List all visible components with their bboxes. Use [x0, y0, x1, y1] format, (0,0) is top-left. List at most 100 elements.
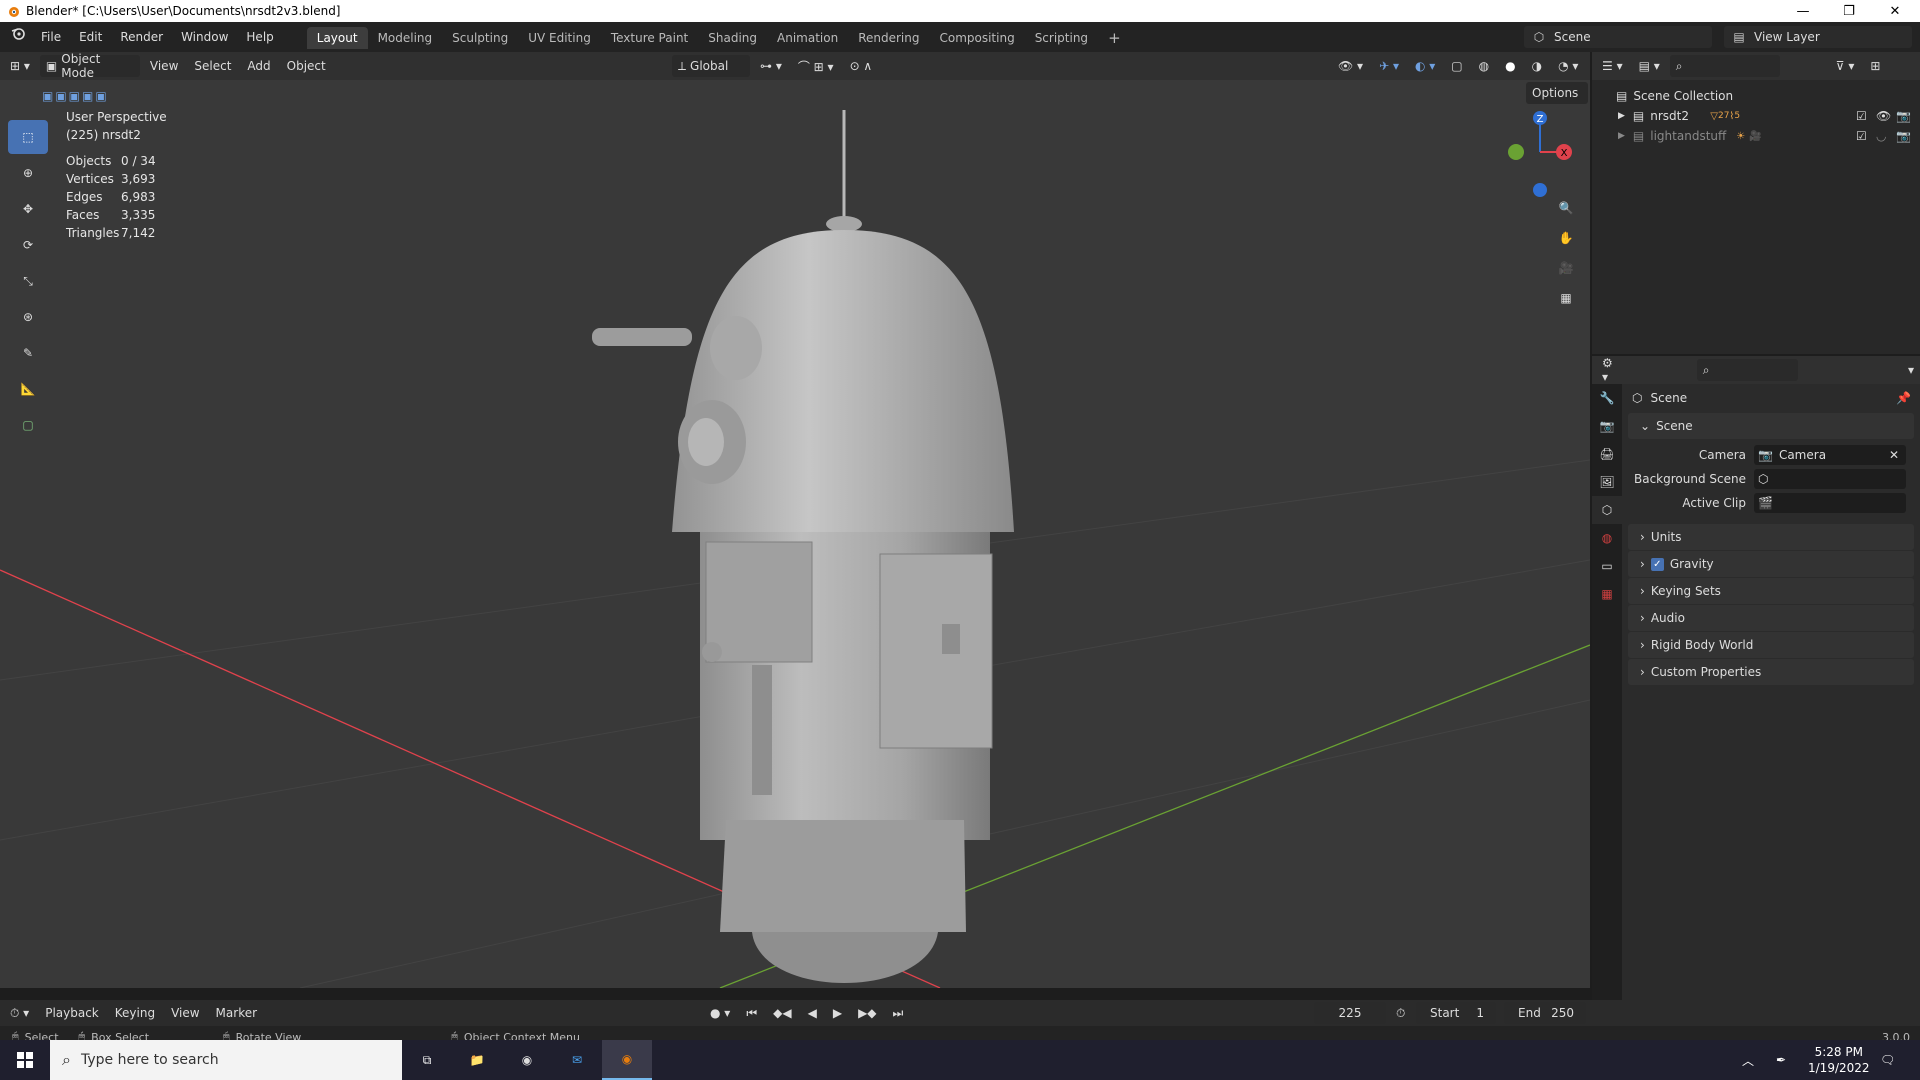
- play-reverse-icon[interactable]: ◀: [802, 1002, 823, 1024]
- render-tab-icon[interactable]: 📷: [1592, 412, 1622, 440]
- jump-start-icon[interactable]: ⏮: [740, 1002, 763, 1024]
- annotate-tool[interactable]: ✎: [8, 336, 48, 370]
- menu-marker[interactable]: Marker: [210, 1002, 263, 1024]
- 3d-viewport[interactable]: ▣▣▣▣▣ ⬚ ⊕ ✥ ⟳ ⤡ ⊛ ✎ 📐 ▢ User Perspective…: [0, 80, 1590, 988]
- move-tool[interactable]: ✥: [8, 192, 48, 226]
- measure-tool[interactable]: 📐: [8, 372, 48, 406]
- collection-tab-icon[interactable]: ▭: [1592, 552, 1622, 580]
- menu-select[interactable]: Select: [188, 55, 237, 77]
- transform-orientation-dropdown[interactable]: ⟂ Global: [672, 55, 750, 77]
- blender-taskbar-icon[interactable]: ◉: [602, 1040, 652, 1080]
- new-collection-icon[interactable]: ⊞: [1864, 55, 1886, 77]
- overlay-toggle-icon[interactable]: ◐ ▾: [1409, 55, 1441, 77]
- add-workspace-button[interactable]: +: [1098, 27, 1131, 49]
- menu-view[interactable]: View: [144, 55, 184, 77]
- record-icon[interactable]: ● ▾: [704, 1002, 736, 1024]
- menu-edit[interactable]: Edit: [70, 22, 111, 52]
- render-camera-icon[interactable]: 📷: [1896, 109, 1911, 123]
- tab-layout[interactable]: Layout: [306, 27, 368, 49]
- gravity-panel-header[interactable]: › ✓ Gravity: [1628, 551, 1914, 577]
- keying-sets-panel-header[interactable]: › Keying Sets: [1628, 578, 1914, 604]
- ortho-grid-icon[interactable]: ▦: [1552, 284, 1580, 312]
- tab-animation[interactable]: Animation: [767, 27, 848, 49]
- outliner-item-nrsdt2[interactable]: ▶ ▤ nrsdt2 ▽ 27 ⌇ 5 ☑ 👁 📷: [1592, 106, 1920, 126]
- object-mode-dropdown[interactable]: ▣ Object Mode: [39, 52, 140, 80]
- menu-file[interactable]: File: [32, 22, 70, 52]
- transform-tool[interactable]: ⊛: [8, 300, 48, 334]
- close-window-button[interactable]: ✕: [1872, 0, 1918, 22]
- render-camera-icon[interactable]: 📷: [1896, 129, 1911, 143]
- filter-icon[interactable]: ⊽ ▾: [1830, 55, 1861, 77]
- blender-menu-icon[interactable]: [0, 22, 32, 52]
- tab-modeling[interactable]: Modeling: [368, 27, 443, 49]
- pan-hand-icon[interactable]: ✋: [1552, 224, 1580, 252]
- shading-wireframe-icon[interactable]: ◍: [1473, 55, 1495, 77]
- display-mode-icon[interactable]: ▤ ▾: [1633, 55, 1666, 77]
- background-scene-field[interactable]: Background Scene ⬡: [1622, 467, 1920, 491]
- add-cube-tool[interactable]: ▢: [8, 408, 48, 442]
- rigid-body-world-panel-header[interactable]: › Rigid Body World: [1628, 632, 1914, 658]
- editor-type-icon[interactable]: ⊞ ▾: [4, 55, 36, 77]
- active-clip-value[interactable]: 🎬: [1754, 493, 1906, 513]
- checkbox-icon[interactable]: ☑: [1856, 129, 1867, 143]
- shading-rendered-icon[interactable]: ◔ ▾: [1552, 55, 1584, 77]
- restore-button[interactable]: ❐: [1826, 0, 1872, 22]
- rotate-tool[interactable]: ⟳: [8, 228, 48, 262]
- pivot-point-icon[interactable]: ⊶ ▾: [754, 55, 788, 77]
- chrome-icon[interactable]: ◉: [502, 1040, 552, 1080]
- select-box-tool[interactable]: ⬚: [8, 120, 48, 154]
- custom-properties-panel-header[interactable]: › Custom Properties: [1628, 659, 1914, 685]
- tab-shading[interactable]: Shading: [698, 27, 767, 49]
- view-layer-tab-icon[interactable]: 🖼: [1592, 468, 1622, 496]
- view-layer-selector[interactable]: ▤ View Layer: [1724, 26, 1912, 48]
- tab-texture-paint[interactable]: Texture Paint: [601, 27, 698, 49]
- gizmo-toggle-icon[interactable]: ✈ ▾: [1373, 55, 1405, 77]
- camera-value[interactable]: 📷 Camera ✕: [1754, 445, 1906, 465]
- properties-search-input[interactable]: ⌕: [1696, 359, 1798, 381]
- scene-tab-icon[interactable]: ⬡: [1592, 496, 1622, 524]
- navigation-gizmo[interactable]: Z X: [1500, 108, 1580, 198]
- scene-panel-header[interactable]: ⌄ Scene: [1628, 413, 1914, 439]
- menu-render[interactable]: Render: [111, 22, 172, 52]
- tab-rendering[interactable]: Rendering: [848, 27, 929, 49]
- camera-view-icon[interactable]: 🎥: [1552, 254, 1580, 282]
- jump-end-icon[interactable]: ⏭: [887, 1002, 910, 1024]
- tab-scripting[interactable]: Scripting: [1025, 27, 1098, 49]
- world-tab-icon[interactable]: ◍: [1592, 524, 1622, 552]
- select-mode-buttons[interactable]: ▣▣▣▣▣: [42, 84, 142, 108]
- tab-compositing[interactable]: Compositing: [929, 27, 1024, 49]
- notification-icon[interactable]: 🗨: [1880, 1053, 1895, 1067]
- units-panel-header[interactable]: › Units: [1628, 524, 1914, 550]
- texture-tab-icon[interactable]: ▦: [1592, 580, 1622, 608]
- gravity-checkbox[interactable]: ✓: [1650, 557, 1664, 571]
- menu-playback[interactable]: Playback: [39, 1002, 105, 1024]
- pen-icon[interactable]: ✒: [1776, 1053, 1786, 1067]
- xray-toggle-icon[interactable]: ▢: [1445, 55, 1468, 77]
- tray-chevron-icon[interactable]: ︿: [1742, 1052, 1754, 1069]
- stopwatch-icon[interactable]: ⏱: [1390, 1002, 1411, 1024]
- file-explorer-icon[interactable]: 📁: [452, 1040, 502, 1080]
- tab-uv-editing[interactable]: UV Editing: [518, 27, 601, 49]
- tab-sculpting[interactable]: Sculpting: [442, 27, 518, 49]
- end-frame-field[interactable]: End 250: [1504, 1002, 1586, 1024]
- taskbar-search-input[interactable]: ⌕ Type here to search: [50, 1040, 402, 1080]
- visibility-icon[interactable]: 👁 ▾: [1332, 55, 1369, 77]
- timeline-editor-icon[interactable]: ⏱ ▾: [4, 1002, 35, 1024]
- start-windows-icon[interactable]: [0, 1040, 50, 1080]
- eye-closed-icon[interactable]: ◡: [1876, 129, 1886, 143]
- next-keyframe-icon[interactable]: ▶◆: [852, 1002, 882, 1024]
- shading-material-icon[interactable]: ◑: [1526, 55, 1548, 77]
- play-icon[interactable]: ▶: [827, 1002, 848, 1024]
- options-dropdown[interactable]: Options: [1526, 82, 1588, 104]
- properties-editor-icon[interactable]: ⚙ ▾: [1596, 356, 1627, 384]
- scale-tool[interactable]: ⤡: [8, 264, 48, 298]
- close-icon[interactable]: ✕: [1889, 448, 1899, 462]
- outliner-item-lightandstuff[interactable]: ▶ ▤ lightandstuff ☀ 🎥 ☑ ◡ 📷: [1592, 126, 1920, 146]
- chevron-down-icon[interactable]: ▾: [1902, 359, 1920, 381]
- clock[interactable]: 5:28 PM 1/19/2022: [1808, 1044, 1870, 1076]
- minimize-button[interactable]: —: [1780, 0, 1826, 22]
- eye-icon[interactable]: 👁: [1876, 109, 1891, 123]
- output-tab-icon[interactable]: 🖨: [1592, 440, 1622, 468]
- menu-object[interactable]: Object: [281, 55, 332, 77]
- camera-field[interactable]: Camera 📷 Camera ✕: [1622, 443, 1920, 467]
